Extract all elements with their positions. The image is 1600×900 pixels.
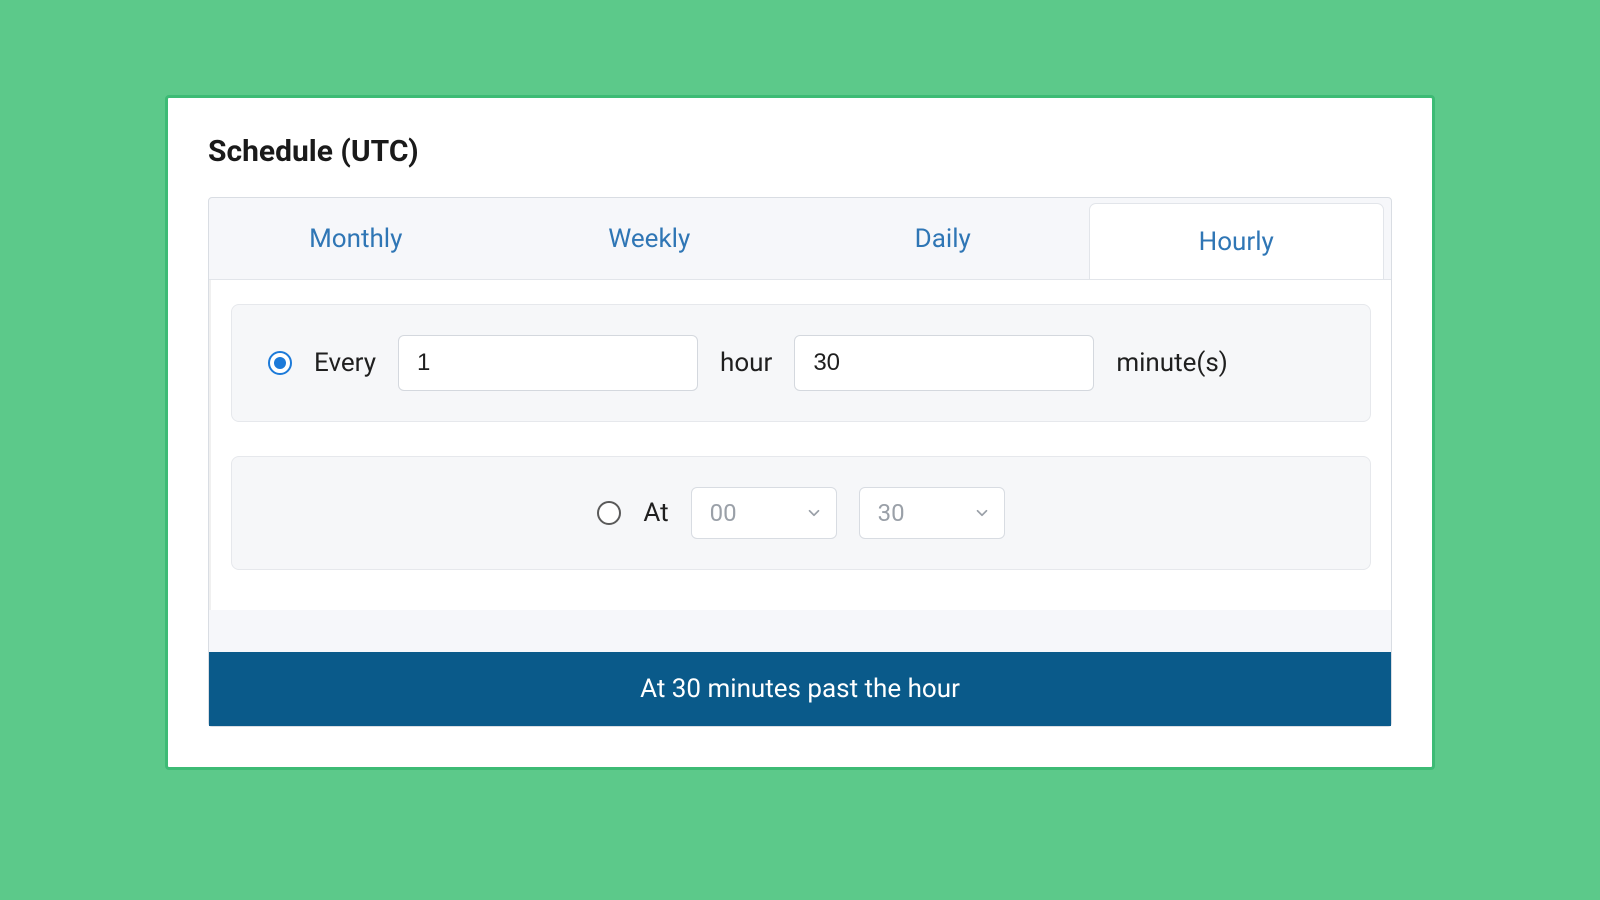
tab-daily[interactable]: Daily xyxy=(796,198,1090,279)
select-at-hour-wrap: 00 xyxy=(691,487,837,539)
input-every-hours[interactable] xyxy=(398,335,698,391)
tab-bar: Monthly Weekly Daily Hourly xyxy=(209,198,1391,280)
option-at-row: At 00 30 xyxy=(231,456,1371,570)
schedule-card: Schedule (UTC) Monthly Weekly Daily Hour… xyxy=(165,95,1435,770)
radio-dot-icon xyxy=(274,357,286,369)
schedule-summary: At 30 minutes past the hour xyxy=(209,652,1391,726)
label-every: Every xyxy=(314,348,376,378)
tab-hourly[interactable]: Hourly xyxy=(1090,204,1384,279)
label-hour: hour xyxy=(720,348,772,378)
label-at: At xyxy=(643,498,668,528)
tab-monthly[interactable]: Monthly xyxy=(209,198,503,279)
tab-weekly[interactable]: Weekly xyxy=(503,198,797,279)
schedule-panel: Monthly Weekly Daily Hourly Every hour m… xyxy=(208,197,1392,727)
option-every-row: Every hour minute(s) xyxy=(231,304,1371,422)
page-title: Schedule (UTC) xyxy=(208,134,1392,169)
select-at-hour[interactable]: 00 xyxy=(691,487,837,539)
label-minutes: minute(s) xyxy=(1116,348,1227,378)
select-at-minute[interactable]: 30 xyxy=(859,487,1005,539)
input-every-minutes[interactable] xyxy=(794,335,1094,391)
radio-every[interactable] xyxy=(268,351,292,375)
select-at-minute-wrap: 30 xyxy=(859,487,1005,539)
tab-content: Every hour minute(s) At 00 30 xyxy=(209,280,1391,610)
radio-at[interactable] xyxy=(597,501,621,525)
